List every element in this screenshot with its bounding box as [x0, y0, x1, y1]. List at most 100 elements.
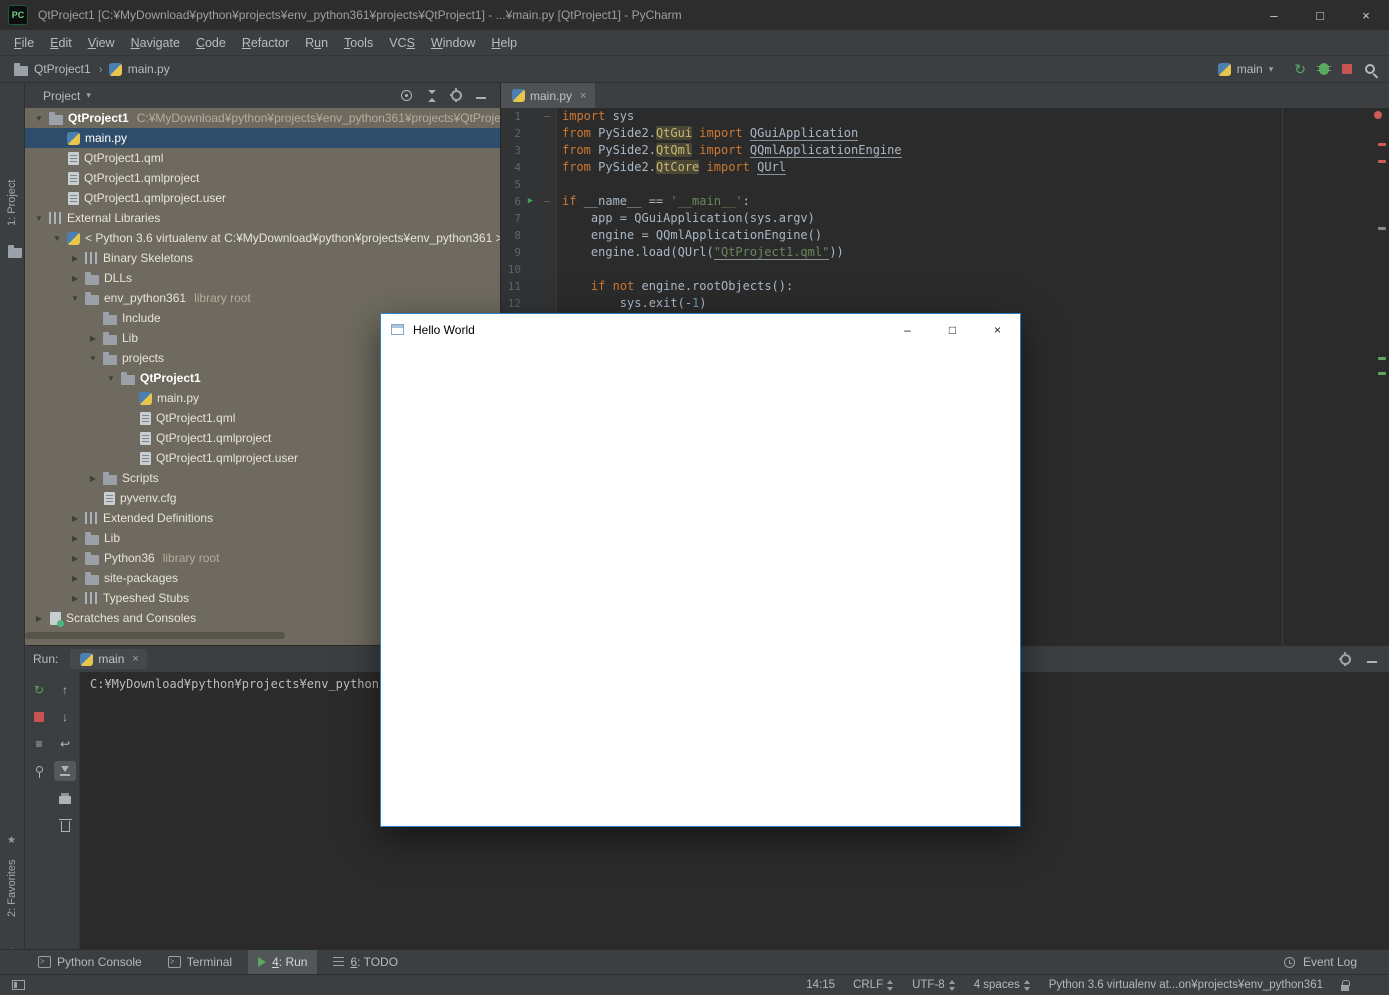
close-tab-icon[interactable]: ×	[580, 90, 586, 102]
scroll-to-end-button[interactable]	[54, 761, 76, 781]
menu-item-navigate[interactable]: Navigate	[123, 36, 188, 50]
tree-item-label: External Libraries	[67, 211, 160, 225]
tree-expanded-arrow-icon[interactable]: ▼	[31, 114, 47, 123]
tree-collapsed-arrow-icon[interactable]: ▶	[67, 554, 83, 563]
menu-item-file[interactable]: File	[6, 36, 42, 50]
encoding-selector[interactable]: UTF-8	[912, 979, 956, 991]
tab-main-py[interactable]: main.py ×	[501, 83, 595, 108]
horizontal-scrollbar[interactable]	[25, 632, 285, 639]
tree-collapsed-arrow-icon[interactable]: ▶	[67, 274, 83, 283]
lock-icon[interactable]	[1341, 985, 1349, 991]
up-arrow-button[interactable]: ↑	[54, 680, 76, 700]
tree-collapsed-arrow-icon[interactable]: ▶	[67, 254, 83, 263]
tree-expanded-arrow-icon[interactable]: ▼	[49, 234, 65, 243]
tree-collapsed-arrow-icon[interactable]: ▶	[31, 614, 47, 623]
rerun-button[interactable]: ↻	[28, 680, 50, 700]
menu-item-edit[interactable]: Edit	[42, 36, 80, 50]
print-button[interactable]	[54, 788, 76, 808]
fold-icon[interactable]: −	[540, 195, 554, 208]
rerun-button[interactable]: ↻	[1294, 62, 1306, 76]
menu-item-vcs[interactable]: VCS	[381, 36, 423, 50]
tree-item[interactable]: ▼ External Libraries	[25, 208, 500, 228]
menu-item-window[interactable]: Window	[423, 36, 483, 50]
pin-button[interactable]	[28, 761, 50, 781]
tree-item[interactable]: ▶DLLs	[25, 268, 500, 288]
hide-panel-icon[interactable]	[476, 97, 486, 99]
hello-title-bar[interactable]: Hello World – □ ×	[381, 314, 1020, 345]
tree-item[interactable]: ▼QtProject1C:¥MyDownload¥python¥projects…	[25, 108, 500, 128]
tool-button-4-run[interactable]: 4: Run	[248, 950, 317, 974]
tree-item[interactable]: ▶Binary Skeletons	[25, 248, 500, 268]
tool-button-project[interactable]: 1: Project	[3, 169, 21, 237]
tool-button-terminal[interactable]: Terminal	[158, 950, 242, 974]
gutter-line: 3	[501, 142, 556, 159]
clear-button[interactable]	[54, 815, 76, 835]
locate-icon[interactable]	[401, 90, 412, 101]
tree-item[interactable]: QtProject1.qmlproject	[25, 168, 500, 188]
code-line: engine.load(QUrl("QtProject1.qml"))	[562, 244, 902, 261]
tree-collapsed-arrow-icon[interactable]: ▶	[67, 594, 83, 603]
hello-maximize-button[interactable]: □	[930, 314, 975, 345]
tree-item[interactable]: QtProject1.qmlproject.user	[25, 188, 500, 208]
tree-item[interactable]: QtProject1.qml	[25, 148, 500, 168]
error-stripe-mark[interactable]	[1378, 372, 1386, 375]
run-config-selector[interactable]: main ▾	[1216, 62, 1274, 76]
inspections-indicator-icon[interactable]	[1374, 111, 1382, 119]
soft-wrap-button[interactable]: ↩	[54, 734, 76, 754]
close-button[interactable]: ×	[1343, 0, 1389, 30]
error-stripe-mark[interactable]	[1378, 160, 1386, 163]
line-ending-selector[interactable]: CRLF	[853, 979, 894, 991]
tree-expanded-arrow-icon[interactable]: ▼	[31, 214, 47, 223]
project-panel-title[interactable]: Project	[43, 89, 80, 103]
tool-button-event-log[interactable]: Event Log	[1274, 950, 1367, 974]
minimize-button[interactable]: –	[1251, 0, 1297, 30]
maximize-button[interactable]: □	[1297, 0, 1343, 30]
debug-button[interactable]	[1319, 63, 1329, 75]
menu-item-run[interactable]: Run	[297, 36, 336, 50]
tree-collapsed-arrow-icon[interactable]: ▶	[67, 534, 83, 543]
hide-panel-icon[interactable]	[1367, 661, 1377, 663]
tool-button-favorites[interactable]: 2: Favorites	[3, 853, 21, 923]
breadcrumb-project[interactable]: QtProject1	[34, 62, 91, 76]
error-stripe-mark[interactable]	[1378, 227, 1386, 230]
tree-collapsed-arrow-icon[interactable]: ▶	[85, 474, 101, 483]
hello-minimize-button[interactable]: –	[885, 314, 930, 345]
interpreter-status[interactable]: Python 3.6 virtualenv at...on¥projects¥e…	[1049, 979, 1323, 991]
tool-window-toggle-icon[interactable]	[12, 980, 25, 990]
tree-collapsed-arrow-icon[interactable]: ▶	[67, 574, 83, 583]
tree-collapsed-arrow-icon[interactable]: ▶	[85, 334, 101, 343]
error-stripe-mark[interactable]	[1378, 357, 1386, 360]
tool-button-python-console[interactable]: Python Console	[28, 950, 152, 974]
show-list-button[interactable]: ≡	[28, 734, 50, 754]
tree-item[interactable]: ▼env_python361library root	[25, 288, 500, 308]
indent-selector[interactable]: 4 spaces	[974, 979, 1031, 991]
close-tab-icon[interactable]: ×	[132, 653, 138, 665]
updown-icon	[887, 980, 894, 991]
hello-close-button[interactable]: ×	[975, 314, 1020, 345]
menu-item-code[interactable]: Code	[188, 36, 234, 50]
gear-icon[interactable]	[451, 90, 462, 101]
menu-item-tools[interactable]: Tools	[336, 36, 381, 50]
search-icon[interactable]	[1365, 64, 1375, 74]
run-tab-main[interactable]: main ×	[70, 649, 146, 669]
tree-expanded-arrow-icon[interactable]: ▼	[85, 354, 101, 363]
breadcrumb-file[interactable]: main.py	[128, 62, 170, 76]
run-line-icon[interactable]: ▶	[521, 197, 540, 206]
collapse-all-icon[interactable]	[426, 90, 437, 102]
tree-collapsed-arrow-icon[interactable]: ▶	[67, 514, 83, 523]
tree-item[interactable]: main.py	[25, 128, 500, 148]
tool-button-6-todo[interactable]: 6: TODO	[323, 950, 408, 974]
stop-button[interactable]	[1342, 64, 1352, 74]
gear-icon[interactable]	[1340, 654, 1351, 665]
tree-expanded-arrow-icon[interactable]: ▼	[67, 294, 83, 303]
menu-item-view[interactable]: View	[80, 36, 123, 50]
fold-icon[interactable]: −	[540, 110, 554, 123]
menu-item-help[interactable]: Help	[483, 36, 525, 50]
folder-icon	[85, 275, 99, 285]
down-arrow-button[interactable]: ↓	[54, 707, 76, 727]
error-stripe-mark[interactable]	[1378, 143, 1386, 146]
stop-button[interactable]	[28, 707, 50, 727]
menu-item-refactor[interactable]: Refactor	[234, 36, 297, 50]
tree-item[interactable]: ▼< Python 3.6 virtualenv at C:¥MyDownloa…	[25, 228, 500, 248]
tree-expanded-arrow-icon[interactable]: ▼	[103, 374, 119, 383]
